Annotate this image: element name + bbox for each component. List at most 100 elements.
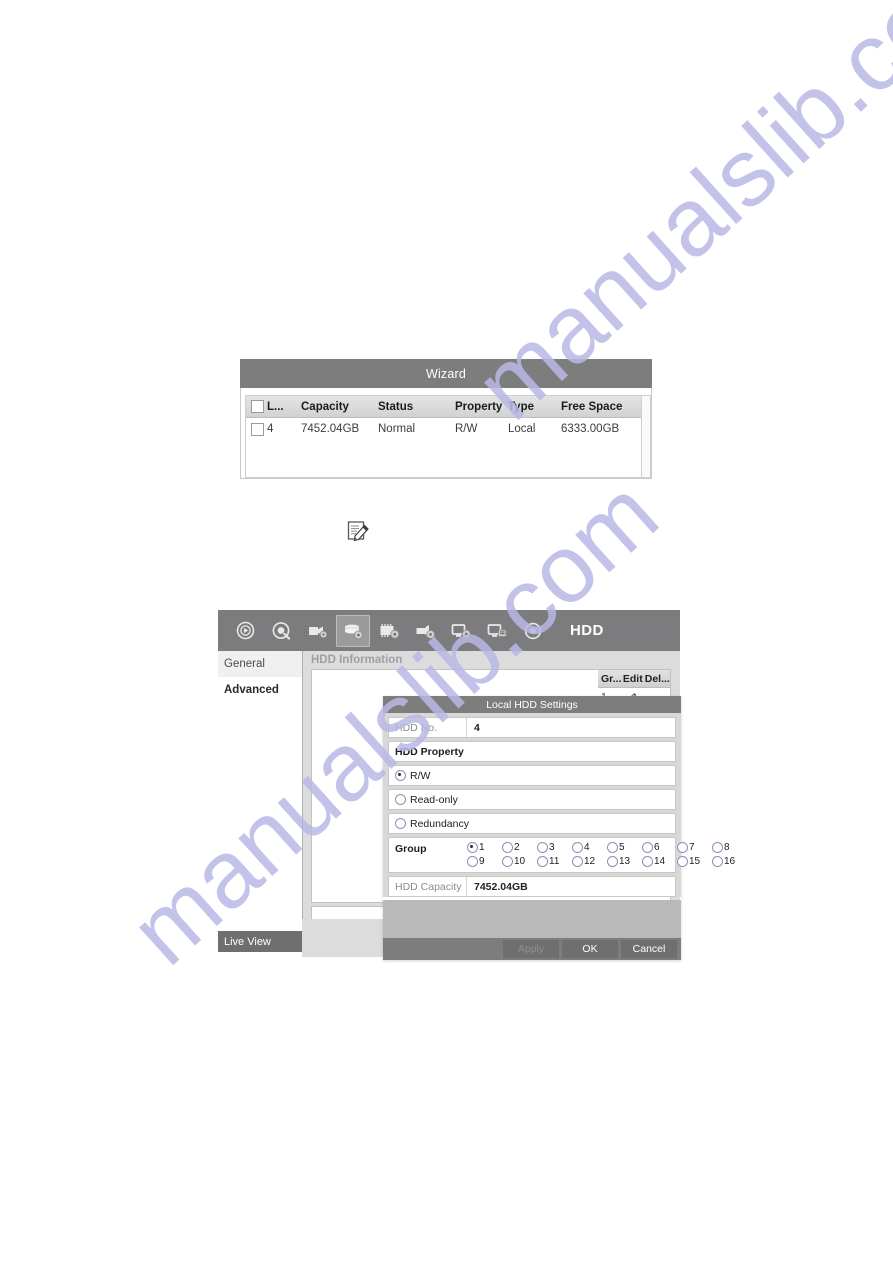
group-option-2-label: 2 [514, 842, 520, 853]
column-header-label-text: L... [267, 400, 284, 413]
wizard-title-bar: Wizard [240, 359, 652, 388]
hdd-no-value: 4 [474, 721, 480, 734]
group-option-12-label: 12 [584, 856, 596, 867]
dialog-spacer [383, 900, 681, 938]
record-settings-icon[interactable] [372, 615, 406, 647]
hdd-capacity-field: HDD Capacity 7452.04GB [388, 876, 676, 897]
group-option-7[interactable]: 7 [677, 842, 708, 853]
group-option-15-label: 15 [689, 856, 701, 867]
sidebar-item-label: Advanced [224, 684, 279, 696]
hdd-no-field: HDD No. 4 [388, 717, 676, 738]
group-option-14[interactable]: 14 [642, 856, 673, 867]
group-radio-3-indicator[interactable] [537, 842, 548, 853]
group-option-1[interactable]: 1 [467, 842, 498, 853]
power-icon[interactable] [516, 615, 550, 647]
group-radio-6-indicator[interactable] [642, 842, 653, 853]
sidebar-item-advanced[interactable]: Advanced [218, 677, 302, 703]
group-radio-2-indicator[interactable] [502, 842, 513, 853]
group-radio-grid: 1 2 3 4 5 6 7 8 9 10 11 12 13 14 15 16 [467, 842, 743, 867]
live-view-label: Live View [224, 935, 271, 948]
group-option-5[interactable]: 5 [607, 842, 638, 853]
sidebar-item-general[interactable]: General [218, 651, 302, 677]
group-option-8[interactable]: 8 [712, 842, 743, 853]
column-header-label: L... [246, 400, 296, 413]
ok-button-label: OK [582, 943, 598, 955]
group-option-4[interactable]: 4 [572, 842, 603, 853]
group-option-16-label: 16 [724, 856, 736, 867]
camera-settings-icon[interactable] [300, 615, 334, 647]
group-radio-5-indicator[interactable] [607, 842, 618, 853]
group-radio-9-indicator[interactable] [467, 856, 478, 867]
group-radio-row-2: 9 10 11 12 13 14 15 16 [467, 856, 743, 867]
radio-option-redundancy[interactable]: Redundancy [388, 813, 676, 834]
apply-button[interactable]: Apply [503, 940, 559, 958]
group-option-16[interactable]: 16 [712, 856, 743, 867]
hdd-settings-icon[interactable] [336, 614, 370, 647]
group-radio-row-1: 1 2 3 4 5 6 7 8 [467, 842, 743, 853]
group-option-14-label: 14 [654, 856, 666, 867]
group-option-6[interactable]: 6 [642, 842, 673, 853]
column-header-type: Type [508, 400, 534, 413]
dialog-button-bar: Apply OK Cancel [383, 938, 681, 960]
column-header-group: Gr... [601, 672, 622, 685]
table-row[interactable]: 4 7452.04GB Normal R/W Local 6333.00GB [246, 418, 641, 440]
hdd-information-panel: HDD Information Gr... Edit Del... 1 [303, 651, 735, 960]
export-icon[interactable] [264, 615, 298, 647]
wizard-table-scrollbar[interactable] [641, 395, 651, 478]
group-option-10[interactable]: 10 [502, 856, 533, 867]
radio-read-only-indicator[interactable] [395, 794, 406, 805]
group-radio-15-indicator[interactable] [677, 856, 688, 867]
cancel-button[interactable]: Cancel [621, 940, 677, 958]
group-radio-11-indicator[interactable] [537, 856, 548, 867]
group-selector: Group 1 2 3 4 5 6 7 8 9 10 11 12 13 14 1… [388, 837, 735, 873]
group-option-12[interactable]: 12 [572, 856, 603, 867]
alarm-settings-icon[interactable] [408, 615, 442, 647]
panel-title: HDD Information [311, 654, 403, 666]
group-option-2[interactable]: 2 [502, 842, 533, 853]
apply-button-label: Apply [517, 943, 545, 955]
column-header-delete: Del... [644, 672, 670, 685]
group-radio-13-indicator[interactable] [607, 856, 618, 867]
main-menu-toolbar: HDD [218, 610, 680, 651]
group-option-15[interactable]: 15 [677, 856, 708, 867]
radio-option-read-only[interactable]: Read-only [388, 789, 676, 810]
group-option-9-label: 9 [479, 856, 485, 867]
group-radio-16-indicator[interactable] [712, 856, 723, 867]
note-pencil-icon [347, 520, 371, 542]
group-radio-14-indicator[interactable] [642, 856, 653, 867]
wizard-body: L... Capacity Status Property Type Free … [240, 388, 652, 479]
page-title: HDD [570, 622, 604, 639]
column-header-property: Property [455, 400, 503, 413]
group-option-9[interactable]: 9 [467, 856, 498, 867]
row-checkbox[interactable] [251, 422, 264, 436]
radio-read-only-label: Read-only [410, 793, 458, 806]
device-settings-icon[interactable] [480, 615, 514, 647]
group-radio-12-indicator[interactable] [572, 856, 583, 867]
group-option-6-label: 6 [654, 842, 660, 853]
group-option-3-label: 3 [549, 842, 555, 853]
hdd-capacity-value: 7452.04GB [474, 880, 528, 893]
device-main-area: General Advanced Live View HDD Informati… [218, 651, 735, 960]
group-radio-8-indicator[interactable] [712, 842, 723, 853]
group-option-4-label: 4 [584, 842, 590, 853]
wizard-table-header: L... Capacity Status Property Type Free … [246, 396, 641, 418]
group-option-11[interactable]: 11 [537, 856, 568, 867]
group-option-3[interactable]: 3 [537, 842, 568, 853]
hdd-no-label: HDD No. [389, 718, 467, 737]
row-select-cell: 4 [246, 422, 296, 436]
network-settings-icon[interactable] [444, 615, 478, 647]
select-all-checkbox[interactable] [251, 400, 264, 413]
group-radio-1-indicator[interactable] [467, 842, 478, 853]
live-view-button[interactable]: Live View [218, 931, 302, 952]
group-option-13[interactable]: 13 [607, 856, 638, 867]
ok-button[interactable]: OK [562, 940, 618, 958]
radio-redundancy-indicator[interactable] [395, 818, 406, 829]
group-radio-4-indicator[interactable] [572, 842, 583, 853]
group-radio-10-indicator[interactable] [502, 856, 513, 867]
radio-rw-label: R/W [410, 769, 431, 782]
radio-option-rw[interactable]: R/W [388, 765, 676, 786]
radio-rw-indicator[interactable] [395, 770, 406, 781]
playback-icon[interactable] [228, 615, 262, 647]
cell-property: R/W [455, 423, 478, 435]
group-radio-7-indicator[interactable] [677, 842, 688, 853]
